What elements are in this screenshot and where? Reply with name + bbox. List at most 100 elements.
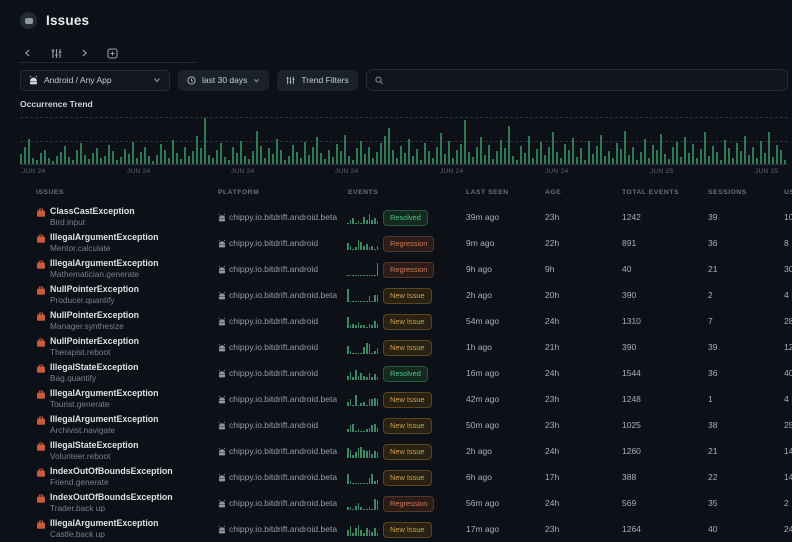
table-row[interactable]: NullPointerException Manager.synthesize … [0,308,792,334]
status-badge: New Issue [383,288,432,304]
trend-bar [660,134,662,164]
sessions-value: 2 [708,290,713,300]
trend-bar [192,151,194,164]
trend-bar [488,145,490,164]
trend-bar [780,150,782,164]
trend-bar [576,157,578,164]
status-badge: Resolved [383,210,428,226]
trend-bar [336,144,338,164]
trend-bar [748,155,750,164]
trend-bar [44,150,46,164]
android-icon [218,239,226,248]
trend-bar [104,156,106,164]
trend-filters-button[interactable]: Trend Filters [277,70,357,91]
trend-bar [392,150,394,164]
trend-bar [292,145,294,164]
issue-title: IndexOutOfBoundsException [50,492,173,502]
col-header-issues[interactable]: Issues [36,189,64,196]
table-row[interactable]: NullPointerException Therapist.reboot ch… [0,334,792,360]
trend-bar [112,151,114,164]
platform-name: chippy.io.bitdrift.android [229,316,318,326]
trend-bar [736,143,738,164]
trend-bar [60,152,62,164]
trend-bar [476,147,478,164]
trend-bar [368,147,370,164]
trend-bar [644,139,646,164]
trend-bar [76,150,78,164]
search-box[interactable] [366,69,788,91]
sessions-value: 21 [708,264,717,274]
col-header-sessions[interactable]: Sessions [708,189,747,196]
chevron-right-icon[interactable] [76,45,92,61]
table-row[interactable]: IllegalArgumentException Tourist.generat… [0,386,792,412]
trend-bar [504,148,506,164]
last-seen-value: 9m ago [466,238,494,248]
table-row[interactable]: IllegalStateException Volunteer.reboot c… [0,438,792,464]
trend-bar [752,147,754,164]
issue-subtitle: Mentor.calculate [50,243,110,253]
issue-subtitle: Archivist.navigate [50,425,115,435]
col-header-users[interactable]: Users [784,189,792,196]
col-header-events[interactable]: Events [348,189,378,196]
trend-bar [520,146,522,164]
users-value: 4 [784,394,789,404]
trend-bar [28,139,30,164]
table-row[interactable]: IndexOutOfBoundsException Trader.back up… [0,490,792,516]
age-value: 24h [545,446,559,456]
table-row[interactable]: IllegalArgumentException Archivist.navig… [0,412,792,438]
issue-subtitle: Volunteer.reboot [50,451,110,461]
table-row[interactable]: ClassCastException Bird.input chippy.io.… [0,204,792,230]
trend-bar [776,145,778,164]
users-value: 8 [784,238,789,248]
trend-bar [508,126,510,164]
trend-bar [92,153,94,165]
trend-bar [512,156,514,164]
issue-subtitle: Trader.back up [50,503,105,513]
last-seen-value: 50m ago [466,420,499,430]
users-value: 2 [784,498,789,508]
trend-bar [128,154,130,164]
sessions-value: 22 [708,472,717,482]
sliders-icon[interactable] [48,45,64,61]
issue-subtitle: Friend.generate [50,477,109,487]
app-selector[interactable]: Android / Any App [20,70,170,91]
axis-tick-label: JUN 25 [755,168,778,175]
chevron-left-icon[interactable] [20,45,36,61]
platform-name: chippy.io.bitdrift.android.beta [229,290,337,300]
col-header-age[interactable]: Age [545,189,561,196]
col-header-total-events[interactable]: Total Events [622,189,679,196]
table-row[interactable]: IndexOutOfBoundsException Friend.generat… [0,464,792,490]
events-sparkline [347,287,379,302]
events-sparkline [347,521,379,536]
time-range-button[interactable]: last 30 days [178,70,269,91]
trend-bar [280,150,282,164]
axis-tick-label: JUN 24 [545,168,568,175]
trend-bar [608,151,610,164]
issue-title: IllegalArgumentException [50,388,159,398]
issue-subtitle: Therapist.reboot [50,347,110,357]
table-row[interactable]: IllegalStateException Bag.quantify chipp… [0,360,792,386]
table-row[interactable]: NullPointerException Producer.quantify c… [0,282,792,308]
events-sparkline [347,339,379,354]
trend-bar [456,150,458,164]
search-input[interactable] [389,75,779,85]
table-row[interactable]: IllegalArgumentException Mathematician.g… [0,256,792,282]
col-header-platform[interactable]: Platform [218,189,259,196]
age-value: 9h [545,264,554,274]
trend-bar [704,132,706,164]
trend-bar [268,148,270,164]
trend-bar [700,149,702,164]
users-value: 25 [784,420,792,430]
trend-bar [252,151,254,164]
trend-bar [484,155,486,164]
events-sparkline [347,495,379,510]
status-badge: New Issue [383,444,432,460]
col-header-last-seen[interactable]: Last Seen [466,189,509,196]
trend-bar [172,140,174,164]
table-row[interactable]: IllegalArgumentException Mentor.calculat… [0,230,792,256]
trend-bar [240,141,242,164]
trend-bar [312,147,314,164]
table-row[interactable]: IllegalArgumentException Castle.back up … [0,516,792,542]
total-events-value: 1544 [622,368,641,378]
add-view-icon[interactable] [104,45,120,61]
